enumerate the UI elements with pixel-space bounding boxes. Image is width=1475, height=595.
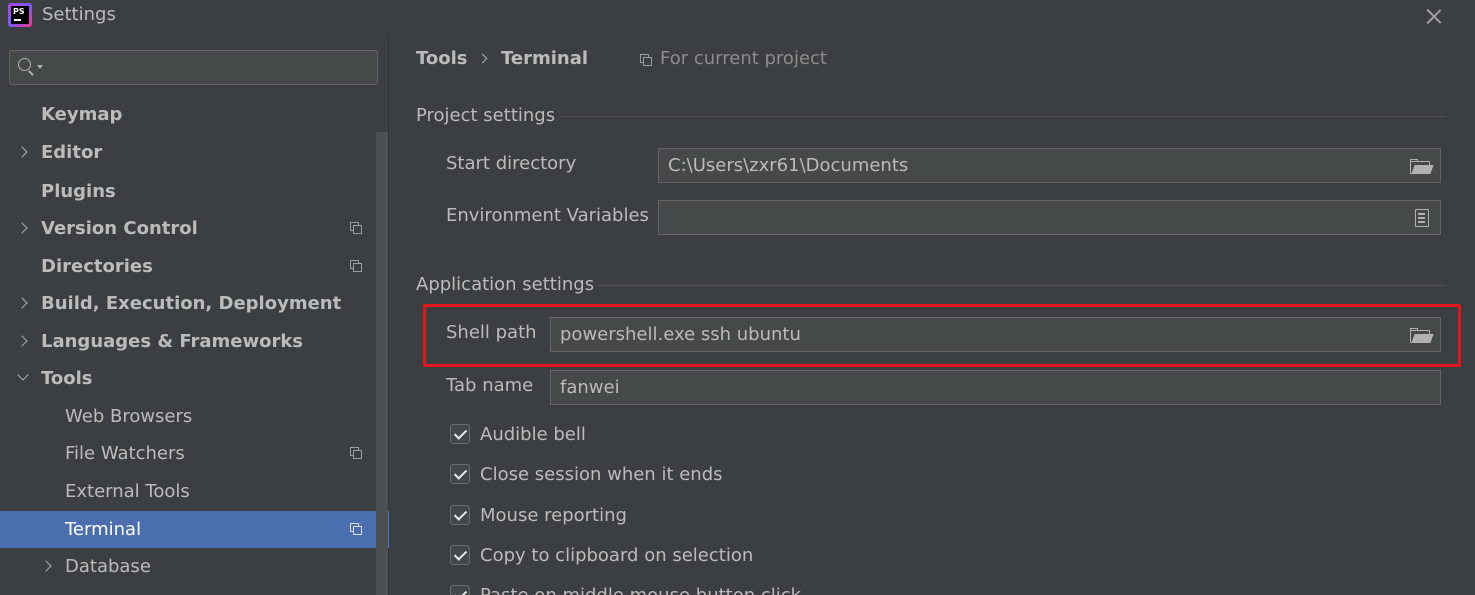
folder-icon[interactable] — [1410, 159, 1434, 174]
close-icon[interactable] — [1420, 2, 1448, 30]
copy-on-selection-checkbox[interactable] — [450, 545, 470, 565]
sidebar-item-database[interactable]: Database — [0, 548, 376, 585]
chevron-right-icon[interactable] — [16, 285, 32, 322]
sidebar-item-label: Languages & Frameworks — [41, 331, 304, 352]
section-divider — [560, 116, 1446, 117]
settings-window: PS Settings Keymap Editor Plugins Versio… — [0, 0, 1475, 595]
mouse-reporting-checkbox[interactable] — [450, 505, 470, 525]
breadcrumb-terminal: Terminal — [501, 48, 589, 69]
sidebar-item-label: Keymap — [41, 104, 123, 125]
sidebar-item-label: Build, Execution, Deployment — [41, 293, 342, 314]
document-icon[interactable] — [1415, 209, 1429, 227]
content-scrollbar[interactable] — [1471, 34, 1475, 595]
window-title: Settings — [42, 4, 116, 25]
sidebar-item-file-watchers[interactable]: File Watchers — [0, 435, 376, 472]
checkbox-label: Paste on middle mouse button click — [480, 583, 801, 595]
sidebar-item-label: Plugins — [41, 181, 116, 202]
audible-bell-checkbox[interactable] — [450, 424, 470, 444]
shell-path-field[interactable]: powershell.exe ssh ubuntu — [550, 317, 1441, 352]
folder-icon[interactable] — [1410, 328, 1434, 343]
project-scope-icon — [640, 54, 653, 67]
project-scope-icon — [350, 260, 363, 273]
sidebar-item-plugins[interactable]: Plugins — [0, 173, 376, 210]
project-scope-icon — [350, 447, 363, 460]
sidebar-item-label: Tools — [41, 368, 93, 389]
sidebar-item-terminal[interactable]: Terminal — [0, 511, 389, 548]
start-directory-label: Start directory — [446, 153, 577, 174]
tab-name-value: fanwei — [560, 377, 620, 398]
sidebar-item-label: File Watchers — [65, 443, 185, 464]
paste-middle-click-checkbox[interactable] — [450, 585, 470, 595]
application-settings-title: Application settings — [416, 274, 595, 295]
section-divider — [598, 285, 1446, 286]
sidebar-item-label: Directories — [41, 256, 153, 277]
settings-content: Tools Terminal For current project Proje… — [390, 34, 1475, 595]
phpstorm-logo-icon: PS — [8, 3, 32, 27]
chevron-right-icon[interactable] — [16, 323, 32, 360]
sidebar-item-build-execution-deployment[interactable]: Build, Execution, Deployment — [0, 285, 376, 322]
chevron-down-icon[interactable] — [18, 360, 34, 397]
sidebar-item-version-control[interactable]: Version Control — [0, 210, 376, 247]
search-input[interactable] — [9, 50, 378, 85]
chevron-right-icon[interactable] — [40, 548, 56, 585]
sidebar-item-label: Version Control — [41, 218, 198, 239]
sidebar-item-label: External Tools — [65, 481, 190, 502]
start-directory-value: C:\Users\zxr61\Documents — [668, 155, 909, 176]
sidebar-item-languages-frameworks[interactable]: Languages & Frameworks — [0, 323, 376, 360]
checkbox-label: Copy to clipboard on selection — [480, 545, 754, 566]
sidebar-item-label: Web Browsers — [65, 406, 193, 427]
chevron-right-icon[interactable] — [16, 134, 32, 171]
tab-name-field[interactable]: fanwei — [550, 370, 1441, 405]
start-directory-field[interactable]: C:\Users\zxr61\Documents — [658, 148, 1441, 183]
project-scope-icon — [350, 222, 363, 235]
sidebar-item-label: Editor — [41, 142, 103, 163]
breadcrumb-separator-icon — [477, 53, 488, 64]
sidebar-item-label: Database — [65, 556, 151, 577]
sidebar-scrollbar[interactable] — [376, 132, 388, 595]
tab-name-label: Tab name — [446, 375, 534, 396]
shell-path-label: Shell path — [446, 322, 537, 343]
env-vars-label: Environment Variables — [446, 205, 649, 226]
scope-label: For current project — [660, 48, 827, 69]
search-icon[interactable] — [18, 58, 43, 76]
checkbox-label: Mouse reporting — [480, 505, 627, 526]
sidebar-item-editor[interactable]: Editor — [0, 134, 376, 171]
project-scope-icon — [350, 523, 363, 536]
sidebar-item-label: Terminal — [65, 519, 142, 540]
title-bar: PS Settings — [0, 0, 1475, 34]
chevron-right-icon[interactable] — [16, 210, 32, 247]
sidebar-item-external-tools[interactable]: External Tools — [0, 473, 376, 510]
checkbox-label: Audible bell — [480, 424, 586, 445]
sidebar-item-web-browsers[interactable]: Web Browsers — [0, 398, 376, 435]
app-logo-text: PS — [13, 7, 25, 16]
breadcrumb-tools[interactable]: Tools — [416, 48, 468, 69]
close-session-checkbox[interactable] — [450, 464, 470, 484]
sidebar-item-keymap[interactable]: Keymap — [0, 96, 376, 133]
env-vars-field[interactable] — [658, 200, 1441, 235]
project-settings-title: Project settings — [416, 105, 556, 126]
settings-sidebar: Keymap Editor Plugins Version Control Di… — [0, 34, 389, 595]
shell-path-value: powershell.exe ssh ubuntu — [560, 324, 801, 345]
checkbox-label: Close session when it ends — [480, 464, 723, 485]
sidebar-item-tools[interactable]: Tools — [0, 360, 376, 397]
sidebar-item-directories[interactable]: Directories — [0, 248, 376, 285]
